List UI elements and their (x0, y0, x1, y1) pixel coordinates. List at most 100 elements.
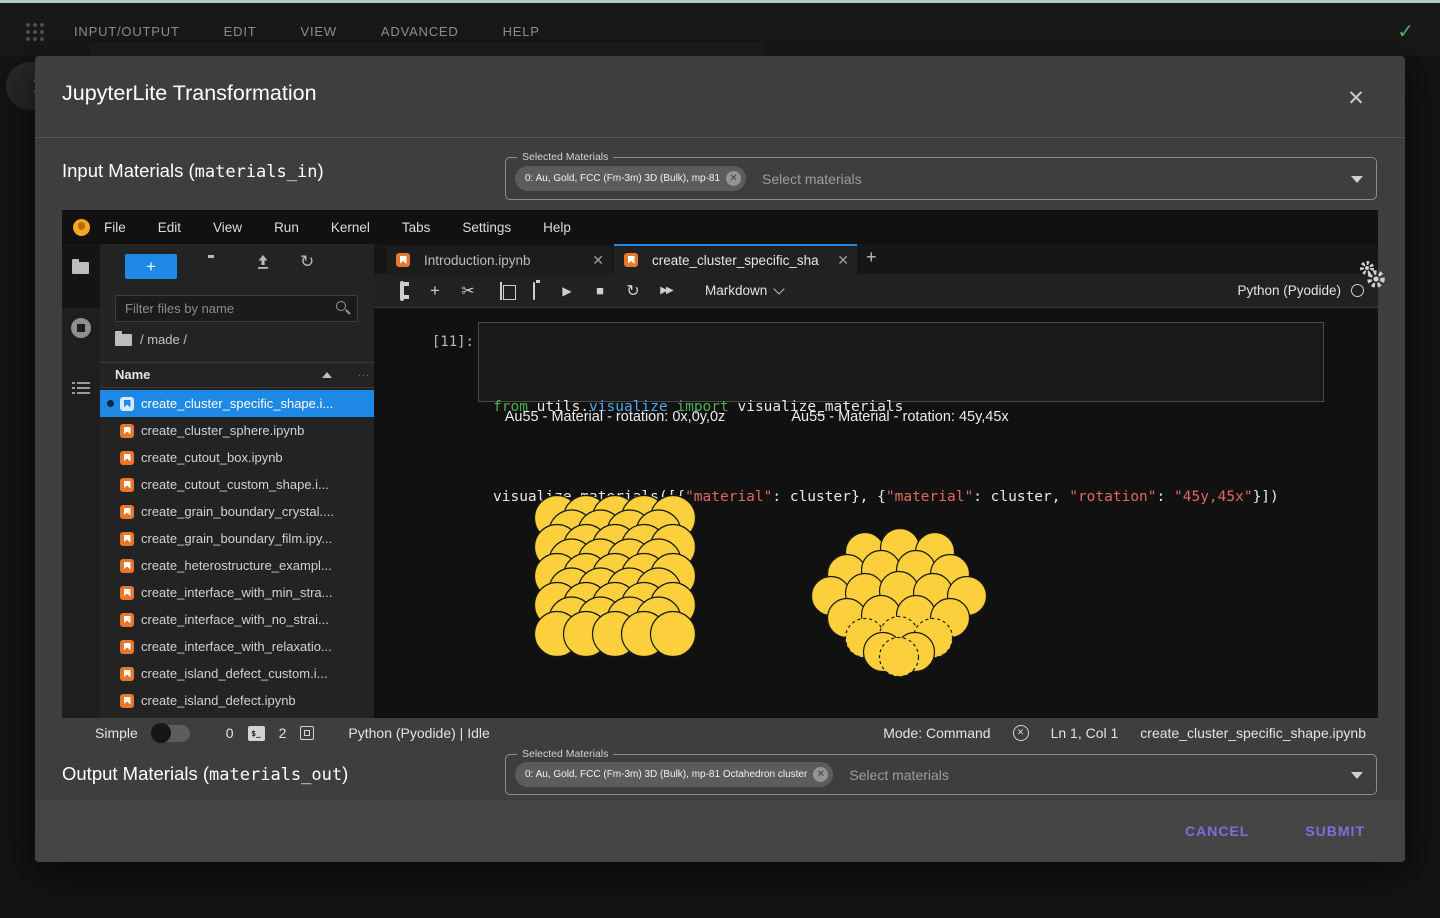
add-cell-icon[interactable]: + (425, 281, 445, 301)
new-tab-icon[interactable]: + (866, 247, 877, 268)
paste-cell-icon[interactable] (524, 283, 544, 299)
menu-item-run[interactable]: Run (274, 220, 299, 235)
tab-introduction[interactable]: Introduction.ipynb ✕ (386, 246, 612, 274)
menu-item-input-output[interactable]: INPUT/OUTPUT (74, 24, 180, 39)
menu-item-edit[interactable]: EDIT (224, 24, 257, 39)
refresh-icon[interactable]: ↻ (300, 252, 314, 272)
copy-cell-icon[interactable] (491, 283, 511, 299)
stop-kernel-icon[interactable]: ■ (590, 283, 610, 298)
code-cell[interactable]: from utils.visualize import visualize_ma… (478, 322, 1324, 402)
file-row[interactable]: create_island_defect_custom.i... (100, 660, 374, 687)
home-folder-icon[interactable] (115, 334, 132, 346)
file-name: create_interface_with_no_strai... (141, 612, 329, 627)
upload-icon[interactable] (255, 254, 271, 275)
filter-files-input[interactable] (115, 295, 358, 322)
cell-type-dropdown[interactable]: Markdown (705, 283, 783, 298)
new-launcher-button[interactable]: + (125, 254, 177, 279)
cursor-position[interactable]: Ln 1, Col 1 (1051, 725, 1119, 741)
divider (35, 137, 1405, 138)
notebook-file-icon (120, 586, 134, 600)
select-placeholder: Select materials (849, 767, 949, 783)
menu-item-advanced[interactable]: ADVANCED (381, 24, 459, 39)
cluster-visualization (374, 430, 1378, 718)
menu-item-edit[interactable]: Edit (158, 220, 181, 235)
file-row[interactable]: create_interface_with_min_stra... (100, 579, 374, 606)
jupyter-menubar: File Edit View Run Kernel Tabs Settings Help (62, 210, 1378, 244)
file-row[interactable]: create_cluster_specific_shape.i... (100, 390, 374, 417)
jupyterlite-panel: File Edit View Run Kernel Tabs Settings Help + … (62, 210, 1378, 718)
chip-remove-icon[interactable]: ✕ (813, 767, 828, 782)
notebook-file-icon (120, 667, 134, 681)
output-materials-label: Output Materials (materials_out) (62, 763, 348, 785)
app-grid-icon[interactable] (26, 23, 44, 41)
terminals-count: 0 (226, 725, 234, 741)
sort-ascending-icon[interactable] (322, 372, 332, 378)
material-chip: 0: Au, Gold, FCC (Fm-3m) 3D (Bulk), mp-8… (515, 762, 833, 787)
notebook-file-icon (120, 613, 134, 627)
terminal-icon[interactable]: $_ (248, 726, 265, 741)
close-icon[interactable]: ✕ (1343, 86, 1369, 112)
select-placeholder: Select materials (762, 171, 862, 187)
tab-create-cluster-specific-shape[interactable]: create_cluster_specific_sha ✕ (614, 244, 857, 274)
settings-gears-icon[interactable] (1355, 258, 1389, 292)
file-name: create_grain_boundary_crystal.... (141, 504, 334, 519)
close-tab-icon[interactable]: ✕ (837, 252, 849, 269)
running-kernels-icon[interactable] (71, 318, 91, 338)
search-icon (336, 301, 346, 311)
notebook-file-icon (120, 694, 134, 708)
notebook-file-icon (120, 451, 134, 465)
mode-indicator[interactable]: Mode: Command (883, 725, 990, 741)
file-row[interactable]: create_cutout_custom_shape.i... (100, 471, 374, 498)
cut-cell-icon[interactable]: ✂ (458, 281, 478, 301)
file-name: create_heterostructure_exampl... (141, 558, 332, 573)
chevron-down-icon[interactable] (1351, 176, 1363, 183)
file-row[interactable]: create_interface_with_relaxatio... (100, 633, 374, 660)
active-filename: create_cluster_specific_shape.ipynb (1140, 725, 1366, 741)
file-name: create_grain_boundary_film.ipy... (141, 531, 332, 546)
file-name: create_cluster_sphere.ipynb (141, 423, 304, 438)
input-materials-select[interactable]: Selected Materials 0: Au, Gold, FCC (Fm-… (505, 157, 1377, 200)
submit-button[interactable]: SUBMIT (1287, 815, 1383, 847)
notebook-icon (624, 253, 638, 267)
output-materials-select[interactable]: Selected Materials 0: Au, Gold, FCC (Fm-… (505, 754, 1377, 795)
menu-item-view[interactable]: View (213, 220, 242, 235)
chevron-down-icon[interactable] (1351, 772, 1363, 779)
file-row[interactable]: create_cluster_sphere.ipynb (100, 417, 374, 444)
kernel-sessions-icon[interactable] (300, 726, 314, 740)
file-browser-icon[interactable] (72, 262, 89, 274)
chip-remove-icon[interactable]: ✕ (726, 171, 741, 186)
file-row[interactable]: create_heterostructure_exampl... (100, 552, 374, 579)
trust-indicator-icon[interactable]: ✕ (1013, 725, 1029, 741)
more-columns-icon[interactable]: ... (358, 367, 370, 379)
file-row[interactable]: create_grain_boundary_crystal.... (100, 498, 374, 525)
menu-item-settings[interactable]: Settings (462, 220, 511, 235)
file-browser: + ↻ / made / Name ... create_cluster_spe… (100, 244, 374, 718)
file-row[interactable]: create_island_defect.ipynb (100, 687, 374, 714)
notebook-toolbar: + ✂ ▶ ■ ↻ ▶▶ Markdown Python (Pyodide) (374, 274, 1378, 308)
notebook-file-icon (120, 424, 134, 438)
save-icon[interactable] (392, 283, 412, 299)
file-row[interactable]: create_cutout_box.ipynb (100, 444, 374, 471)
restart-run-all-icon[interactable]: ▶▶ (656, 285, 676, 296)
menu-item-file[interactable]: File (104, 220, 126, 235)
cancel-button[interactable]: CANCEL (1167, 815, 1267, 847)
menu-item-kernel[interactable]: Kernel (331, 220, 370, 235)
breadcrumb[interactable]: / made / (115, 332, 187, 347)
menu-item-help[interactable]: Help (543, 220, 571, 235)
close-tab-icon[interactable]: ✕ (592, 252, 604, 269)
file-row[interactable]: create_interface_with_no_strai... (100, 606, 374, 633)
run-cell-icon[interactable]: ▶ (557, 284, 577, 298)
file-row[interactable]: create_grain_boundary_film.ipy... (100, 525, 374, 552)
file-list-header[interactable]: Name ... (100, 362, 374, 388)
simple-mode-toggle[interactable] (152, 725, 190, 742)
menu-item-tabs[interactable]: Tabs (402, 220, 431, 235)
field-legend: Selected Materials (517, 748, 613, 760)
restart-kernel-icon[interactable]: ↻ (623, 281, 643, 301)
notebook-file-icon (120, 532, 134, 546)
notebook-file-icon (120, 505, 134, 519)
material-chip: 0: Au, Gold, FCC (Fm-3m) 3D (Bulk), mp-8… (515, 166, 746, 191)
menu-item-view[interactable]: VIEW (300, 24, 336, 39)
table-of-contents-icon[interactable] (72, 382, 90, 396)
jupyterlite-logo (73, 219, 90, 236)
menu-item-help[interactable]: HELP (503, 24, 540, 39)
